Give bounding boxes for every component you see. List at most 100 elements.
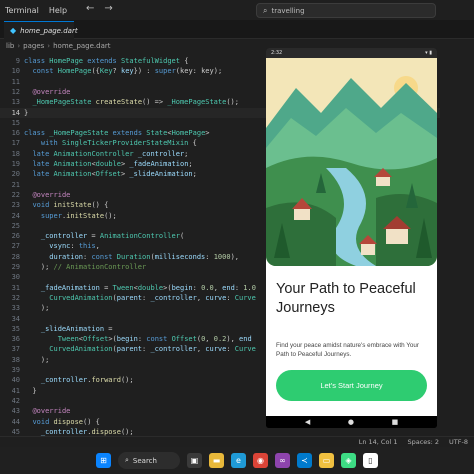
dart-file-icon: ◆	[10, 26, 17, 35]
search-icon: ⌕	[125, 456, 129, 464]
line-code: late AnimationController _controller;	[32, 149, 189, 158]
line-number: 30	[11, 273, 20, 282]
chevron-right-icon: ›	[47, 41, 51, 50]
line-code: _controller.forward();	[40, 376, 134, 385]
cursor-position[interactable]: Ln 14, Col 1	[359, 438, 398, 446]
line-number: 36	[11, 335, 20, 344]
edge-browser-icon[interactable]: e	[231, 453, 246, 468]
chrome-icon[interactable]: ◉	[253, 453, 268, 468]
search-icon: ⌕	[263, 5, 268, 15]
line-code: @override	[32, 87, 71, 96]
line-number: 41	[11, 386, 20, 395]
line-code: late Animation<double> _fadeAnimation;	[32, 160, 193, 168]
line-number: 9	[15, 57, 20, 65]
tab-home-page[interactable]: ◆ home_page.dart	[4, 21, 78, 39]
taskbar-search[interactable]: ⌕ Search	[118, 452, 180, 469]
page-headline: Your Path to Peaceful Journeys	[276, 281, 416, 316]
chevron-right-icon: ›	[17, 41, 21, 50]
indentation[interactable]: Spaces: 2	[407, 438, 439, 446]
line-number: 45	[11, 427, 20, 436]
line-code: super.initState();	[40, 211, 117, 220]
android-nav-bar: ◀ ● ■	[266, 416, 437, 428]
forward-arrow-icon[interactable]: →	[104, 3, 112, 14]
line-number: 12	[11, 87, 20, 96]
line-code: _HomePageState createState() => _HomePag…	[32, 98, 239, 107]
line-number: 37	[11, 345, 20, 354]
line-number: 44	[11, 417, 20, 426]
desktop: Terminal Help ← → ⌕ travelling ◆ home_pa…	[0, 0, 474, 474]
line-code: _slideAnimation =	[40, 324, 113, 333]
encoding[interactable]: UTF-8	[449, 438, 468, 446]
editor-status-bar: Ln 14, Col 1 Spaces: 2 UTF-8	[0, 436, 474, 447]
editor-tab-bar: ◆ home_page.dart	[0, 20, 474, 39]
windows-start-icon[interactable]: ⊞	[96, 453, 111, 468]
notes-app-icon[interactable]: ▯	[363, 453, 378, 468]
visual-studio-icon[interactable]: ∞	[275, 453, 290, 468]
search-text: travelling	[271, 6, 305, 15]
phone-status-bar: 2:32 ▾ ▮	[266, 48, 437, 58]
line-number: 43	[11, 407, 20, 416]
line-number: 32	[11, 293, 20, 302]
task-view-icon[interactable]: ▣	[187, 453, 202, 468]
line-number: 13	[11, 98, 20, 107]
menu-terminal[interactable]: Terminal	[0, 6, 44, 15]
line-code: CurvedAnimation(parent: _controller, cur…	[49, 345, 256, 354]
line-number: 39	[11, 366, 20, 374]
line-number: 20	[11, 170, 20, 179]
menu-help[interactable]: Help	[44, 6, 72, 15]
breadcrumb-pages[interactable]: pages	[23, 42, 44, 50]
line-number: 42	[11, 396, 20, 405]
start-journey-button[interactable]: Let's Start Journey	[276, 370, 427, 401]
line-number: 28	[11, 252, 20, 261]
line-code: );	[24, 304, 50, 313]
line-number: 29	[11, 263, 20, 271]
android-emulator: 2:32 ▾ ▮ Your Path to Peaceful Journeys …	[266, 48, 437, 428]
line-code: ); // AnimationController	[24, 263, 147, 271]
line-code: late Animation<Offset> _slideAnimation;	[32, 170, 197, 179]
line-number: 15	[11, 118, 20, 127]
line-number: 16	[11, 129, 20, 138]
line-code: with SingleTickerProviderStateMixin {	[40, 139, 197, 148]
line-code: void initState() {	[32, 201, 109, 210]
line-code: _fadeAnimation = Tween<double>(begin: 0.…	[40, 283, 256, 292]
file-explorer-icon[interactable]: ▬	[209, 453, 224, 468]
line-code: Tween<Offset>(begin: const Offset(0, 0.2…	[57, 335, 252, 344]
line-number: 18	[11, 149, 20, 158]
line-number: 26	[11, 232, 20, 241]
signal-battery-icon: ▾ ▮	[425, 50, 432, 56]
line-code: class HomePage extends StatefulWidget {	[24, 57, 189, 65]
line-number: 17	[11, 139, 20, 148]
vscode-icon[interactable]: ≺	[297, 453, 312, 468]
line-code: );	[24, 355, 50, 364]
line-code: @override	[32, 190, 71, 199]
line-number: 31	[11, 283, 20, 292]
landscape-illustration	[266, 58, 437, 266]
breadcrumb-file[interactable]: home_page.dart	[53, 42, 110, 50]
home-circle-icon[interactable]: ●	[348, 418, 354, 426]
line-number: 33	[11, 304, 20, 313]
breadcrumb-lib[interactable]: lib	[6, 42, 14, 50]
windows-taskbar: ⊞ ⌕ Search ▣ ▬ e ◉ ∞ ≺ ▭ ◈ ▯	[0, 447, 474, 474]
minimap[interactable]	[440, 52, 474, 436]
line-number: 19	[11, 160, 20, 168]
line-number: 24	[11, 211, 20, 220]
line-number: 38	[11, 355, 20, 364]
recents-square-icon[interactable]: ■	[392, 418, 399, 426]
line-number: 25	[11, 221, 20, 230]
line-code: vsync: this,	[49, 242, 100, 251]
line-number: 34	[11, 314, 20, 323]
taskbar-search-label: Search	[132, 456, 157, 465]
line-code: }	[24, 108, 29, 117]
tab-label: home_page.dart	[20, 26, 78, 35]
line-code: class _HomePageState extends State<HomeP…	[24, 129, 210, 138]
command-center-search[interactable]: ⌕ travelling	[256, 3, 436, 18]
page-subtext: Find your peace amidst nature's embrace …	[276, 342, 419, 358]
line-number: 11	[11, 77, 20, 86]
folder-icon[interactable]: ▭	[319, 453, 334, 468]
line-number: 10	[11, 67, 20, 76]
back-triangle-icon[interactable]: ◀	[305, 418, 310, 426]
line-number: 22	[11, 190, 20, 199]
back-arrow-icon[interactable]: ←	[86, 3, 94, 14]
line-number: 35	[11, 324, 20, 333]
android-studio-icon[interactable]: ◈	[341, 453, 356, 468]
